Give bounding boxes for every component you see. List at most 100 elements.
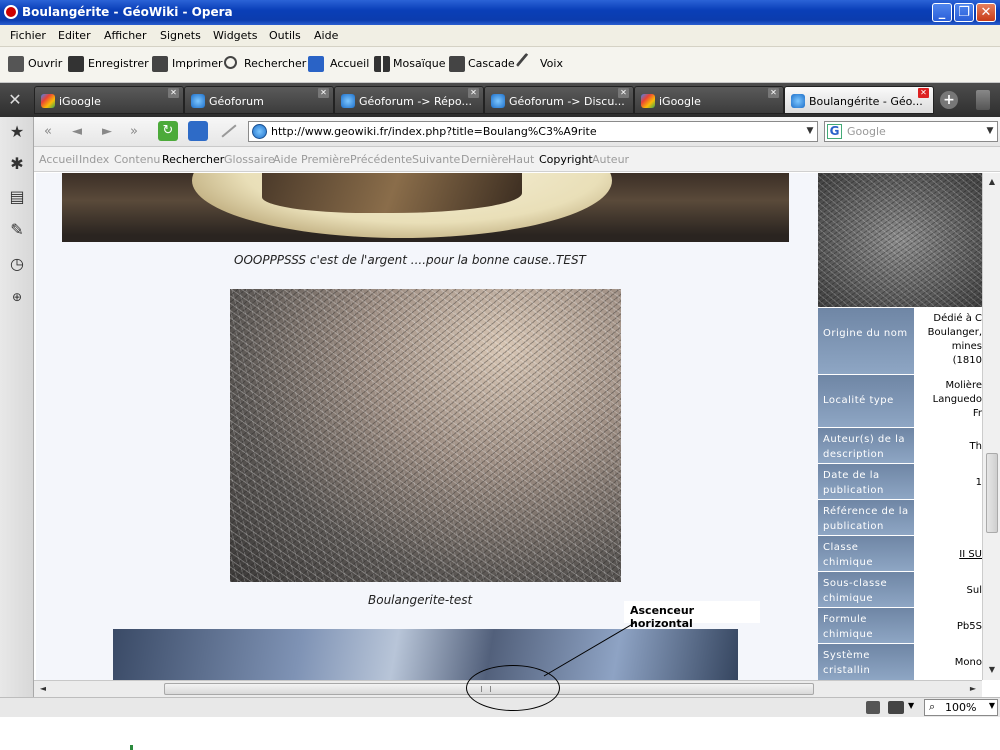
camera-dropdown-icon[interactable]: ▼ <box>908 701 914 710</box>
infobox-row: Classe chimique II SU <box>818 535 982 571</box>
scroll-left-icon[interactable]: ◄ <box>36 682 50 696</box>
tab-igoogle-2[interactable]: iGoogle ✕ <box>634 86 784 114</box>
new-tab-plus-icon[interactable]: + <box>940 91 958 109</box>
cascade-icon[interactable] <box>449 56 465 72</box>
menu-signets[interactable]: Signets <box>160 29 201 42</box>
menu-afficher[interactable]: Afficher <box>104 29 146 42</box>
microphone-icon[interactable] <box>515 52 539 76</box>
nav-haut[interactable]: Haut <box>508 153 534 166</box>
nav-accueil[interactable]: Accueil <box>39 153 78 166</box>
panel-tools-icon[interactable]: ✕ <box>4 89 26 111</box>
infobox-thumbnail[interactable] <box>818 173 982 307</box>
scroll-down-icon[interactable]: ▼ <box>984 662 1000 678</box>
nav-premiere[interactable]: Première <box>301 153 350 166</box>
menu-aide[interactable]: Aide <box>314 29 338 42</box>
mineral-photo[interactable] <box>113 629 738 680</box>
open-button[interactable]: Ouvrir <box>28 57 62 70</box>
print-button[interactable]: Imprimer <box>172 57 223 70</box>
caption-boulangerite: Boulangerite-test <box>368 593 473 607</box>
infobox-value: 1 <box>916 464 982 499</box>
history-clock-icon[interactable]: ◷ <box>7 254 27 274</box>
tab-geoforum-reponse[interactable]: Géoforum -> Répo... ✕ <box>334 86 484 114</box>
tab-geoforum[interactable]: Géoforum ✕ <box>184 86 334 114</box>
back-arrow-icon[interactable]: ◄ <box>72 124 82 139</box>
close-tab-icon[interactable]: ✕ <box>468 88 479 98</box>
vertical-scrollbar[interactable]: ▲ ▼ <box>982 173 1000 680</box>
save-disk-icon[interactable] <box>68 56 84 72</box>
infobox-value: Pb5S <box>916 608 982 643</box>
presentation-mode-icon[interactable] <box>866 701 880 714</box>
menu-outils[interactable]: Outils <box>269 29 301 42</box>
camera-icon[interactable] <box>888 701 904 714</box>
home-button[interactable]: Accueil <box>330 57 369 70</box>
close-tab-icon[interactable]: ✕ <box>918 88 929 98</box>
boulangerite-photo[interactable] <box>230 289 621 582</box>
rewind-icon[interactable]: « <box>44 124 52 139</box>
nav-suivante[interactable]: Suivante <box>412 153 460 166</box>
menu-fichier[interactable]: Fichier <box>10 29 46 42</box>
tab-geoforum-discussion[interactable]: Géoforum -> Discu... ✕ <box>484 86 634 114</box>
nav-precedente[interactable]: Précédente <box>350 153 412 166</box>
nav-rechercher[interactable]: Rechercher <box>162 153 224 166</box>
scroll-up-icon[interactable]: ▲ <box>984 174 1000 190</box>
infobox-key: Formule chimique <box>818 608 914 643</box>
close-tab-icon[interactable]: ✕ <box>768 88 779 98</box>
search-magnifier-icon[interactable] <box>224 56 237 69</box>
edit-wand-icon[interactable] <box>221 124 237 138</box>
nav-index[interactable]: Index <box>79 153 109 166</box>
nav-copyright[interactable]: Copyright <box>539 153 593 166</box>
tab-igoogle-1[interactable]: iGoogle ✕ <box>34 86 184 114</box>
close-tab-icon[interactable]: ✕ <box>168 88 179 98</box>
scroll-right-icon[interactable]: ► <box>966 682 980 696</box>
close-tab-icon[interactable]: ✕ <box>318 88 329 98</box>
infobox-value: Dédié à C Boulanger, mines (1810 <box>916 308 982 374</box>
annotation-ellipse <box>466 665 560 711</box>
close-window-button[interactable]: ✕ <box>976 3 996 22</box>
widgets-gear-icon[interactable]: ✱ <box>7 154 27 174</box>
add-panel-icon[interactable]: ⊕ <box>7 287 27 307</box>
infobox-row: Date de la publication 1 <box>818 463 982 499</box>
url-field[interactable]: http://www.geowiki.fr/index.php?title=Bo… <box>248 121 818 142</box>
zoom-selector[interactable]: ⌕ 100% ▼ <box>924 699 998 716</box>
close-tab-icon[interactable]: ✕ <box>618 88 629 98</box>
silver-photo <box>62 173 789 242</box>
tab-boulangerite[interactable]: Boulangérite - Géo... ✕ <box>784 86 934 114</box>
nav-derniere[interactable]: Dernière <box>461 153 508 166</box>
save-button[interactable]: Enregistrer <box>88 57 149 70</box>
nav-contenu[interactable]: Contenu <box>114 153 160 166</box>
home-page-icon[interactable] <box>188 121 208 141</box>
cascade-button[interactable]: Cascade <box>468 57 515 70</box>
infobox-value-link[interactable]: II SU <box>916 536 982 571</box>
zoom-magnifier-icon: ⌕ <box>929 700 936 713</box>
vertical-scroll-thumb[interactable] <box>986 453 998 533</box>
infobox-row: Origine du nom Dédié à C Boulanger, mine… <box>818 307 982 374</box>
menu-widgets[interactable]: Widgets <box>213 29 257 42</box>
tile-button[interactable]: Mosaïque <box>393 57 445 70</box>
url-dropdown-icon[interactable]: ▼ <box>802 121 818 142</box>
trash-icon[interactable] <box>976 90 990 110</box>
menu-editer[interactable]: Editer <box>58 29 91 42</box>
nav-aide[interactable]: Aide <box>273 153 297 166</box>
open-folder-icon[interactable] <box>8 56 24 72</box>
reload-icon[interactable]: ↻ <box>158 121 178 141</box>
fast-forward-icon[interactable]: » <box>130 124 138 139</box>
window-titlebar: Boulangérite - GéoWiki - Opera _ ❐ ✕ <box>0 0 1000 25</box>
printer-icon[interactable] <box>152 56 168 72</box>
menu-bar: Fichier Editer Afficher Signets Widgets … <box>0 25 1000 47</box>
search-button[interactable]: Rechercher <box>244 57 306 70</box>
voice-button[interactable]: Voix <box>540 57 563 70</box>
transfers-icon[interactable]: ✎ <box>7 220 27 240</box>
search-dropdown-icon[interactable]: ▼ <box>982 121 998 142</box>
chat-icon[interactable]: ▤ <box>7 187 27 207</box>
nav-auteur[interactable]: Auteur <box>592 153 629 166</box>
maximize-button[interactable]: ❐ <box>954 3 974 22</box>
nav-glossaire[interactable]: Glossaire <box>224 153 275 166</box>
infobox-row: Référence de la publication <box>818 499 982 535</box>
tile-icon[interactable] <box>374 56 390 72</box>
page-content: OOOPPPSSS c'est de l'argent ....pour la … <box>36 173 982 680</box>
search-field[interactable]: G Google <box>824 121 998 142</box>
minimize-button[interactable]: _ <box>932 3 952 22</box>
bookmarks-star-icon[interactable]: ★ <box>7 122 27 142</box>
forward-arrow-icon[interactable]: ► <box>102 124 112 139</box>
home-icon[interactable] <box>308 56 324 72</box>
